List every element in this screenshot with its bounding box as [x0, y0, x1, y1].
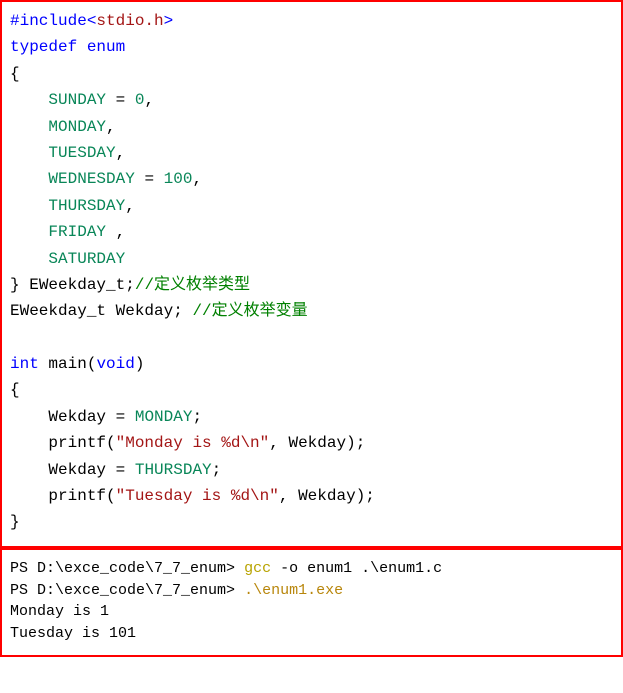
kw-int: int	[10, 355, 39, 373]
term-cmd-gcc: gcc	[244, 560, 271, 577]
term-prompt-ps2: PS	[10, 582, 37, 599]
term-prompt-path: D:\exce_code\7_7_enum>	[37, 560, 235, 577]
terminal-panel: PS D:\exce_code\7_7_enum> gcc -o enum1 .…	[0, 548, 623, 657]
punct-comma: ,	[116, 223, 126, 241]
comment-var: //定义枚举变量	[192, 302, 307, 320]
term-output-line1: Monday is 1	[10, 603, 109, 620]
punct-semi: ;	[192, 408, 202, 426]
enum-thursday: THURSDAY	[48, 197, 125, 215]
punct-comma: ,	[144, 91, 154, 109]
preproc-include: #include	[10, 12, 87, 30]
punct-eq: =	[144, 170, 154, 188]
punct-comma: ,	[116, 144, 126, 162]
angle-open: <	[87, 12, 97, 30]
enum-friday: FRIDAY	[48, 223, 106, 241]
term-cmd-run: .\enum1.exe	[244, 582, 343, 599]
enum-sunday: SUNDAY	[48, 91, 106, 109]
str-monday: "Monday is %d\n"	[116, 434, 270, 452]
punct-semi: ;	[173, 302, 183, 320]
punct-semi: ;	[356, 434, 366, 452]
term-cmd-gcc-args: -o enum1 .\enum1.c	[280, 560, 442, 577]
punct-comma: ,	[192, 170, 202, 188]
assign1-lhs: Wekday	[48, 408, 106, 426]
decl-type: EWeekday_t	[10, 302, 106, 320]
punct-semi: ;	[212, 461, 222, 479]
brace-close-main: }	[10, 513, 20, 531]
punct-comma: ,	[279, 487, 289, 505]
num-hundred: 100	[164, 170, 193, 188]
fn-main: main	[48, 355, 86, 373]
punct-paren: )	[346, 434, 356, 452]
term-output-line2: Tuesday is 101	[10, 625, 136, 642]
comment-typedef: //定义枚举类型	[135, 276, 250, 294]
assign1-rhs: MONDAY	[135, 408, 193, 426]
brace-close: }	[10, 276, 20, 294]
num-zero: 0	[135, 91, 145, 109]
punct-paren: (	[87, 355, 97, 373]
brace-open-main: {	[10, 381, 20, 399]
printf-arg2: Wekday	[298, 487, 356, 505]
angle-close: >	[164, 12, 174, 30]
str-tuesday: "Tuesday is %d\n"	[116, 487, 279, 505]
punct-comma: ,	[269, 434, 279, 452]
punct-eq: =	[116, 461, 126, 479]
kw-typedef: typedef	[10, 38, 77, 56]
enum-monday: MONDAY	[48, 118, 106, 136]
assign2-lhs: Wekday	[48, 461, 106, 479]
kw-void: void	[96, 355, 134, 373]
enum-wednesday: WEDNESDAY	[48, 170, 134, 188]
punct-paren: (	[106, 487, 116, 505]
enum-saturday: SATURDAY	[48, 250, 125, 268]
enum-tuesday: TUESDAY	[48, 144, 115, 162]
punct-comma: ,	[125, 197, 135, 215]
kw-enum: enum	[87, 38, 125, 56]
assign2-rhs: THURSDAY	[135, 461, 212, 479]
fn-printf2: printf	[48, 487, 106, 505]
punct-paren: (	[106, 434, 116, 452]
screenshot-root: #include<stdio.h> typedef enum { SUNDAY …	[0, 0, 623, 657]
printf-arg1: Wekday	[288, 434, 346, 452]
brace-open: {	[10, 65, 20, 83]
code-editor-panel: #include<stdio.h> typedef enum { SUNDAY …	[0, 0, 623, 548]
punct-semi: ;	[365, 487, 375, 505]
term-prompt-path2: D:\exce_code\7_7_enum>	[37, 582, 235, 599]
punct-paren: )	[356, 487, 366, 505]
punct-paren: )	[135, 355, 145, 373]
term-prompt-ps: PS	[10, 560, 37, 577]
typedef-name: EWeekday_t	[29, 276, 125, 294]
punct-eq: =	[116, 408, 126, 426]
punct-comma: ,	[106, 118, 116, 136]
include-header: stdio.h	[96, 12, 163, 30]
punct-eq: =	[116, 91, 126, 109]
punct-semi: ;	[125, 276, 135, 294]
fn-printf: printf	[48, 434, 106, 452]
decl-var: Wekday	[116, 302, 174, 320]
